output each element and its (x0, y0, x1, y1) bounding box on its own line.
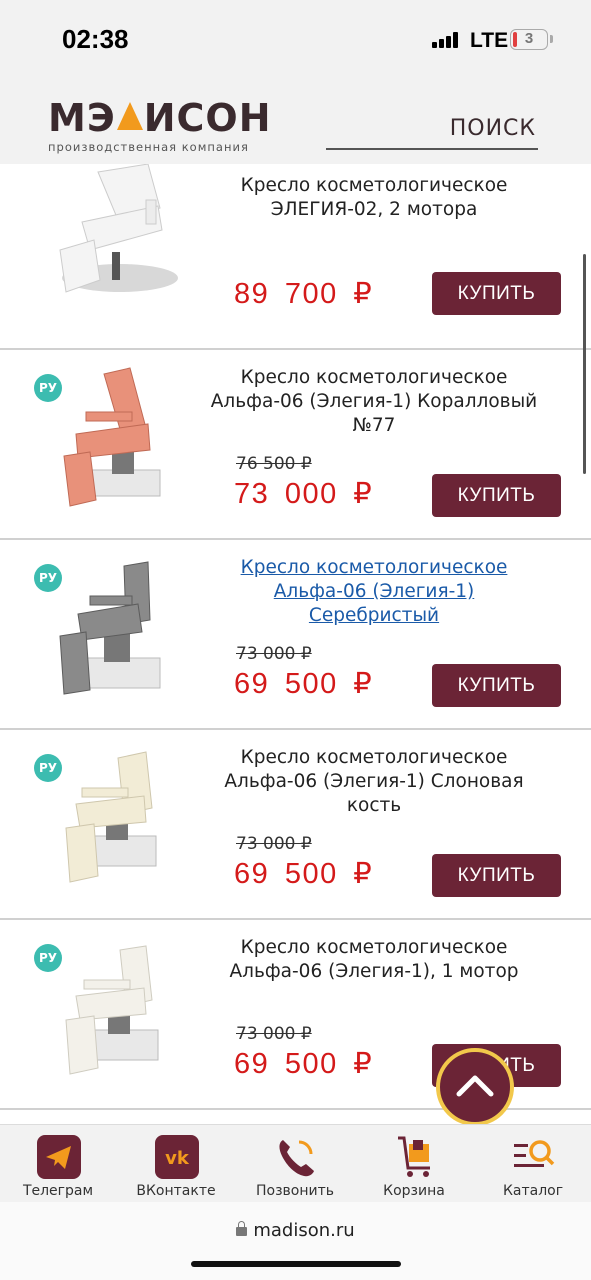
status-time: 02:38 (62, 24, 129, 54)
phone-icon (279, 1140, 314, 1177)
cart-icon (398, 1136, 430, 1177)
nav-telegram[interactable]: Телеграм (3, 1125, 113, 1203)
battery-level: 3 (524, 30, 534, 47)
product-old-price: 73 000 ₽ (236, 644, 312, 664)
product-title-link[interactable]: Кресло косметологическое Альфа-06 (Элеги… (210, 556, 538, 628)
product-old-price: 73 000 ₽ (236, 1024, 312, 1044)
product-card[interactable]: РУ Кресло косметологическое Альфа-06 (Эл… (0, 730, 591, 920)
bottom-nav: Телеграм vk ВКонтакте Позвонить Корзина (0, 1124, 591, 1202)
product-price: 89 700 ₽ (234, 278, 374, 310)
product-old-price: 73 000 ₽ (236, 834, 312, 854)
svg-text:vk: vk (165, 1148, 190, 1169)
product-price: 69 500 ₽ (234, 668, 374, 700)
search-label: ПОИСК (449, 116, 536, 141)
nav-label: ВКонтакте (136, 1183, 216, 1199)
product-title[interactable]: Кресло косметологическое Альфа-06 (Элеги… (210, 746, 538, 818)
home-indicator[interactable] (191, 1261, 401, 1267)
signal-icon (432, 32, 462, 48)
nav-call[interactable]: Позвонить (240, 1125, 350, 1203)
product-price: 69 500 ₽ (234, 1048, 374, 1080)
buy-button[interactable]: КУПИТЬ (432, 854, 561, 897)
nav-label: Позвонить (255, 1183, 334, 1199)
search-input[interactable]: ПОИСК (326, 116, 538, 150)
product-old-price: 76 500 ₽ (236, 454, 312, 474)
battery-icon: 3 (510, 29, 548, 50)
nav-vkontakte[interactable]: vk ВКонтакте (121, 1125, 231, 1203)
buy-button[interactable]: КУПИТЬ (432, 474, 561, 517)
product-image[interactable] (20, 920, 220, 1110)
url-text: madison.ru (253, 1220, 355, 1241)
nav-label: Телеграм (22, 1183, 94, 1199)
product-card[interactable]: РУ Кресло косметологическое Альфа-06 (Эл… (0, 350, 591, 540)
product-list[interactable]: Кресло косметологическое ЭЛЕГИЯ-02, 2 мо… (0, 164, 591, 1124)
network-type: LTE (470, 29, 509, 52)
product-title[interactable]: Кресло косметологическое Альфа-06 (Элеги… (210, 366, 538, 438)
product-image[interactable] (20, 730, 220, 920)
product-card[interactable]: Кресло косметологическое ЭЛЕГИЯ-02, 2 мо… (0, 164, 591, 350)
product-title[interactable]: Кресло косметологическое Альфа-06 (Элеги… (210, 936, 538, 984)
product-image[interactable] (20, 164, 220, 350)
product-image[interactable] (20, 540, 220, 730)
nav-label: Каталог (502, 1183, 564, 1199)
logo-triangle-icon (116, 102, 143, 130)
logo-wordmark: МЭ ИСОН (48, 96, 272, 140)
vk-icon: vk (155, 1135, 199, 1179)
nav-catalog[interactable]: Каталог (478, 1125, 588, 1203)
logo-tagline: производственная компания (48, 140, 249, 154)
product-image[interactable] (20, 350, 220, 540)
telegram-icon (37, 1135, 81, 1179)
product-price: 69 500 ₽ (234, 858, 374, 890)
status-bar: 02:38 LTE 3 (0, 0, 591, 80)
browser-url-bar[interactable]: madison.ru (0, 1202, 591, 1280)
product-card[interactable]: РУ Кресло косметологическое Альфа-06 (Эл… (0, 540, 591, 730)
nav-cart[interactable]: Корзина (359, 1125, 469, 1203)
scroll-to-top-button[interactable] (436, 1048, 514, 1126)
catalog-icon (514, 1140, 555, 1167)
chevron-up-icon (456, 1075, 494, 1097)
nav-label: Корзина (383, 1183, 445, 1199)
scrollbar[interactable] (583, 254, 586, 474)
product-price: 73 000 ₽ (234, 478, 374, 510)
url-display[interactable]: madison.ru (0, 1220, 591, 1241)
buy-button[interactable]: КУПИТЬ (432, 664, 561, 707)
lock-icon (236, 1221, 248, 1236)
buy-button[interactable]: КУПИТЬ (432, 272, 561, 315)
logo[interactable]: МЭ ИСОН производственная компания (48, 98, 272, 154)
site-header: МЭ ИСОН производственная компания ПОИСК (0, 80, 591, 164)
battery-tip (550, 35, 553, 43)
product-title[interactable]: Кресло косметологическое ЭЛЕГИЯ-02, 2 мо… (210, 174, 538, 222)
